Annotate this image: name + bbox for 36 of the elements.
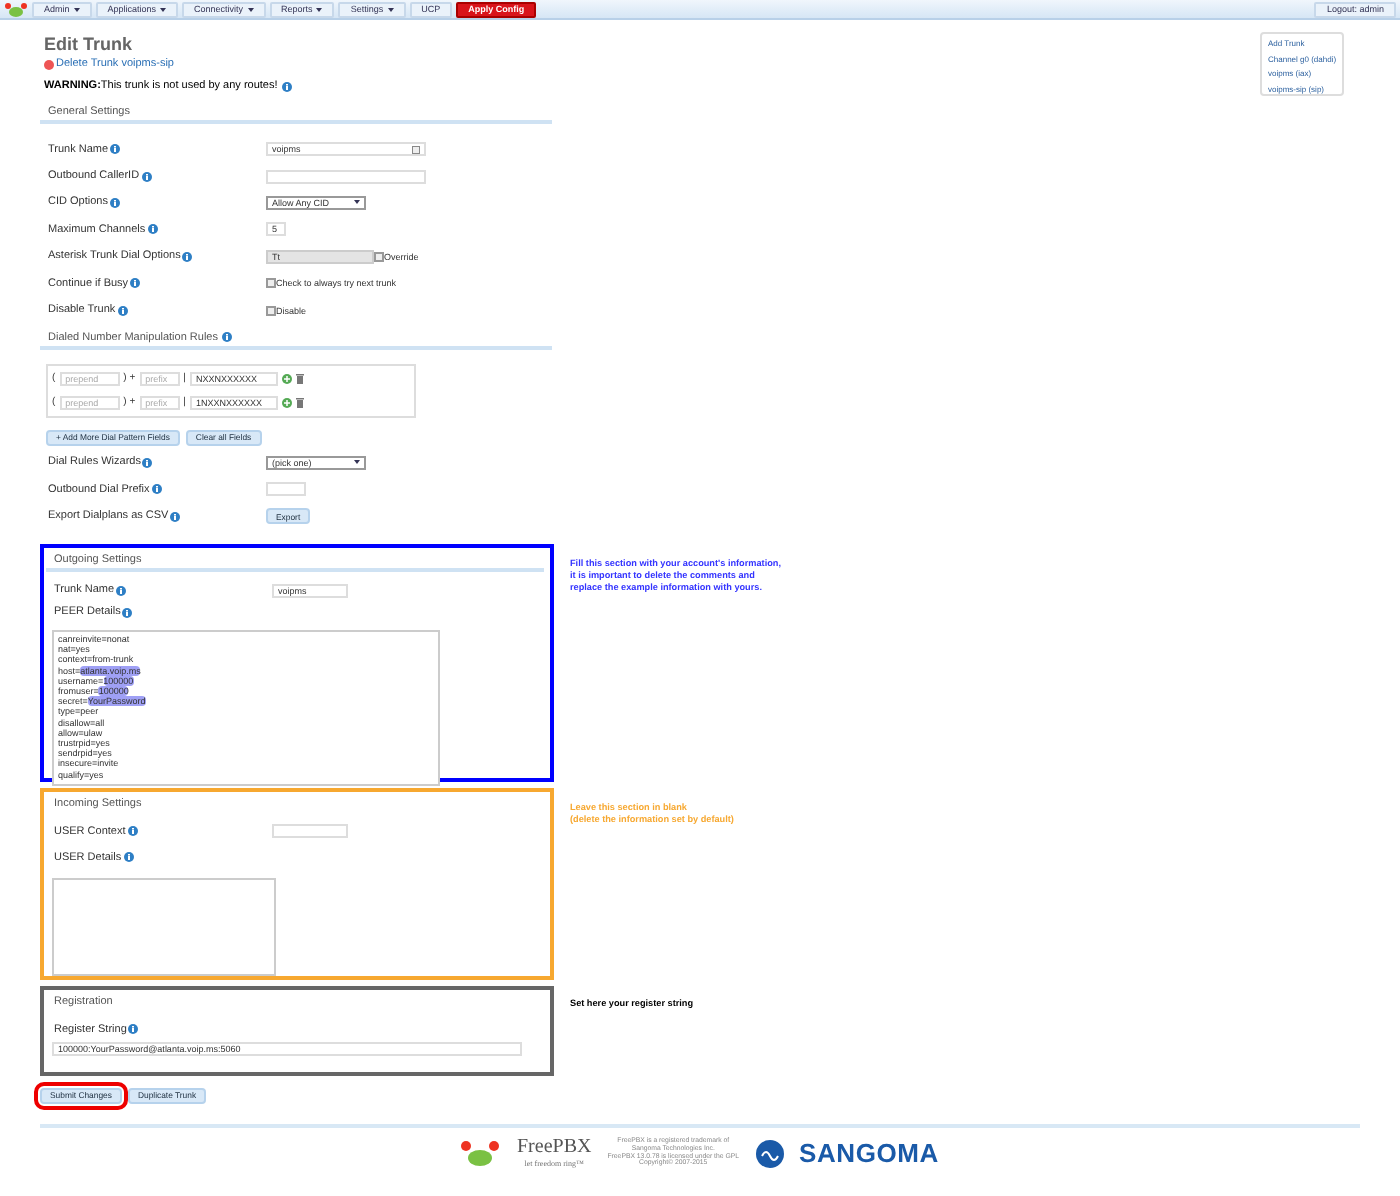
help-icon[interactable] <box>116 585 127 596</box>
help-icon[interactable] <box>182 251 193 262</box>
help-icon[interactable] <box>128 1024 139 1035</box>
text-field[interactable] <box>266 482 306 497</box>
page-title: Edit Trunk <box>44 34 135 54</box>
caret-icon <box>354 200 360 205</box>
help-icon[interactable] <box>170 511 181 522</box>
caret-icon <box>354 460 360 465</box>
frog-logo-icon <box>460 1139 501 1168</box>
add-icon[interactable] <box>281 373 292 384</box>
help-icon[interactable] <box>122 607 133 618</box>
help-icon[interactable] <box>127 826 138 837</box>
delete-icon <box>44 59 54 69</box>
trash-icon[interactable] <box>295 397 304 408</box>
trash-icon[interactable] <box>295 373 304 384</box>
text-field[interactable] <box>272 824 348 839</box>
help-icon[interactable] <box>110 144 121 155</box>
checkbox[interactable] <box>374 251 384 262</box>
add-icon[interactable] <box>281 397 292 408</box>
help-icon[interactable] <box>130 278 141 289</box>
checkbox[interactable] <box>266 278 276 289</box>
help-icon[interactable] <box>141 171 152 182</box>
help-icon[interactable] <box>147 224 158 235</box>
text-field[interactable] <box>266 169 426 184</box>
help-icon[interactable] <box>281 81 292 91</box>
help-icon[interactable] <box>151 484 162 495</box>
help-icon[interactable] <box>142 457 153 468</box>
help-icon[interactable] <box>222 332 232 343</box>
brand-name: SANGOMA <box>799 1138 939 1169</box>
globe-logo-icon <box>755 1139 783 1168</box>
help-icon[interactable] <box>117 305 128 316</box>
help-icon[interactable] <box>123 852 134 863</box>
checkbox[interactable] <box>266 305 276 316</box>
frog-logo-icon[interactable] <box>4 1 28 17</box>
brand-name: FreePBX <box>516 1138 592 1159</box>
help-icon[interactable] <box>109 197 120 208</box>
